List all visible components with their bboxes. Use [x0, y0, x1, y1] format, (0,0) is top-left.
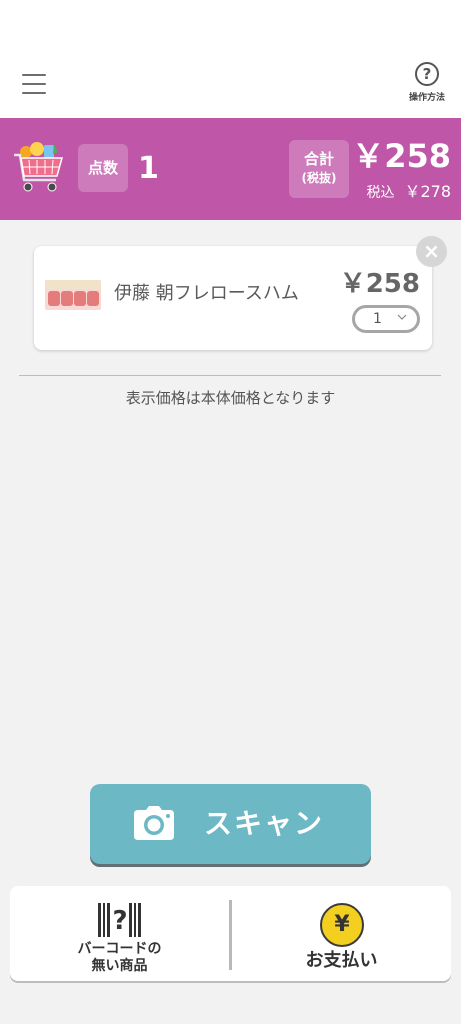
total-label: 合計 (税抜) [289, 140, 349, 198]
yen-symbol: ¥ [334, 912, 350, 937]
help-button[interactable]: ? 操作方法 [405, 62, 449, 103]
no-barcode-item-button[interactable]: ? バーコードの 無い商品 [10, 886, 229, 981]
item-count-value: 1 [138, 151, 159, 186]
payment-button[interactable]: ¥ お支払い [232, 886, 451, 981]
quantity-value: 1 [373, 311, 382, 327]
chevron-down-icon [397, 314, 407, 320]
bottom-action-bar: ? バーコードの 無い商品 ¥ お支払い [10, 886, 451, 981]
camera-icon [134, 806, 174, 840]
question-circle-icon: ? [415, 62, 439, 86]
payment-label: お支払い [305, 950, 378, 971]
top-bar: ? 操作方法 [0, 0, 461, 118]
remove-item-button[interactable]: × [416, 236, 447, 267]
total-label-main: 合計 [303, 150, 334, 168]
tax-included-total: 税込 ￥278 [366, 182, 451, 203]
item-count-label: 点数 [78, 144, 128, 192]
cart-summary-bar: 点数 1 合計 (税抜) ￥258 税込 ￥278 [0, 118, 461, 220]
hamburger-menu-icon[interactable] [22, 74, 46, 94]
no-barcode-label-line1: バーコードの [77, 941, 162, 957]
tax-included-label: 税込 [366, 185, 395, 201]
svg-text:?: ? [112, 906, 127, 936]
divider [19, 375, 441, 376]
product-thumbnail [45, 280, 101, 310]
help-label: 操作方法 [408, 93, 445, 103]
close-icon: × [423, 239, 440, 263]
no-barcode-label-line2: 無い商品 [91, 958, 148, 974]
total-price: ￥258 [352, 137, 451, 175]
no-barcode-item-label: バーコードの 無い商品 [10, 941, 229, 975]
product-name: 伊藤 朝フレロースハム [114, 283, 299, 304]
price-note: 表示価格は本体価格となります [125, 389, 336, 407]
cart-item-card[interactable]: 伊藤 朝フレロースハム ￥258 1 [34, 246, 432, 350]
product-price: ￥258 [339, 269, 420, 299]
quantity-select[interactable]: 1 [352, 305, 420, 333]
scan-button[interactable]: スキャン [90, 784, 371, 864]
total-label-tax-excluded: (税抜) [301, 171, 337, 185]
yen-coin-icon: ¥ [320, 903, 364, 947]
barcode-question-icon: ? [98, 903, 141, 937]
tax-included-value: ￥278 [404, 182, 451, 201]
shopping-cart-icon [14, 142, 63, 192]
scan-button-label: スキャン [204, 807, 325, 840]
